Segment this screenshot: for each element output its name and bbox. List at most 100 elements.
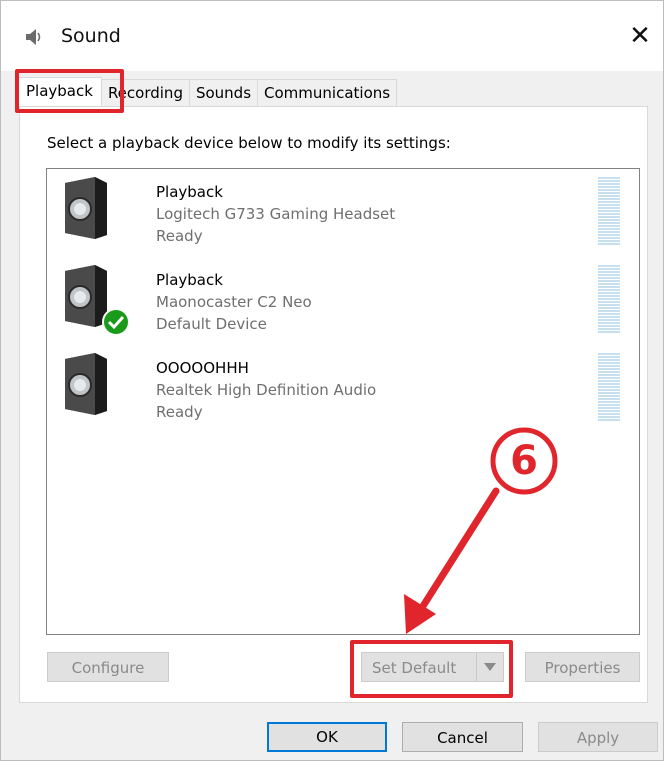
- meter-bar: [598, 295, 620, 297]
- device-name: Playback: [156, 271, 223, 289]
- meter-bar: [598, 204, 620, 206]
- instruction-text: Select a playback device below to modify…: [47, 134, 451, 152]
- meter-bar: [598, 225, 620, 227]
- meter-bar: [598, 404, 620, 406]
- meter-bar: [598, 398, 620, 400]
- meter-bar: [598, 419, 620, 421]
- meter-bar: [598, 353, 620, 355]
- meter-bar: [598, 265, 620, 267]
- meter-bar: [598, 410, 620, 412]
- default-check-icon: [102, 308, 130, 336]
- meter-bar: [598, 377, 620, 379]
- meter-bar: [598, 240, 620, 242]
- meter-bar: [598, 277, 620, 279]
- meter-bar: [598, 322, 620, 324]
- device-status: Default Device: [156, 315, 267, 333]
- meter-bar: [598, 228, 620, 230]
- device-name: Playback: [156, 183, 223, 201]
- meter-bar: [598, 371, 620, 373]
- level-meter: [598, 265, 620, 333]
- meter-bar: [598, 413, 620, 415]
- device-item[interactable]: OOOOOHHH Realtek High Definition Audio R…: [47, 345, 639, 431]
- arrow-annotation: [404, 487, 500, 634]
- meter-bar: [598, 316, 620, 318]
- device-item[interactable]: Playback Logitech G733 Gaming Headset Re…: [47, 169, 639, 255]
- meter-bar: [598, 213, 620, 215]
- tab-sounds[interactable]: Sounds: [188, 79, 259, 106]
- step-badge: 6: [489, 426, 559, 496]
- speaker-icon: [26, 29, 41, 45]
- meter-bar: [598, 289, 620, 291]
- set-default-highlight: [350, 640, 513, 698]
- meter-bar: [598, 274, 620, 276]
- meter-bar: [598, 310, 620, 312]
- meter-bar: [598, 368, 620, 370]
- close-button[interactable]: ✕: [623, 19, 657, 53]
- meter-bar: [598, 222, 620, 224]
- meter-bar: [598, 325, 620, 327]
- device-name: OOOOOHHH: [156, 359, 249, 377]
- speaker-icon: [65, 177, 107, 239]
- meter-bar: [598, 386, 620, 388]
- device-list[interactable]: Playback Logitech G733 Gaming Headset Re…: [46, 168, 640, 635]
- meter-bar: [598, 231, 620, 233]
- meter-bar: [598, 304, 620, 306]
- meter-bar: [598, 286, 620, 288]
- meter-bar: [598, 362, 620, 364]
- meter-bar: [598, 195, 620, 197]
- device-description: Logitech G733 Gaming Headset: [156, 205, 396, 223]
- window-title: Sound: [61, 25, 121, 47]
- meter-bar: [598, 292, 620, 294]
- device-description: Realtek High Definition Audio: [156, 381, 377, 399]
- meter-bar: [598, 283, 620, 285]
- meter-bar: [598, 219, 620, 221]
- tab-communications[interactable]: Communications: [257, 79, 398, 106]
- meter-bar: [598, 216, 620, 218]
- device-item[interactable]: Playback Maonocaster C2 Neo Default Devi…: [47, 257, 639, 343]
- device-status: Ready: [156, 227, 203, 245]
- meter-bar: [598, 271, 620, 273]
- device-status: Ready: [156, 403, 203, 421]
- meter-bar: [598, 210, 620, 212]
- meter-bar: [598, 356, 620, 358]
- step-number: 6: [510, 438, 538, 484]
- meter-bar: [598, 198, 620, 200]
- configure-button[interactable]: Configure: [47, 652, 169, 682]
- meter-bar: [598, 234, 620, 236]
- cancel-button[interactable]: Cancel: [402, 722, 523, 752]
- meter-bar: [598, 331, 620, 333]
- meter-bar: [598, 407, 620, 409]
- meter-bar: [598, 280, 620, 282]
- meter-bar: [598, 201, 620, 203]
- meter-bar: [598, 313, 620, 315]
- meter-bar: [598, 207, 620, 209]
- title-bar[interactable]: Sound ✕: [1, 1, 663, 71]
- meter-bar: [598, 365, 620, 367]
- meter-bar: [598, 192, 620, 194]
- meter-bar: [598, 183, 620, 185]
- meter-bar: [598, 319, 620, 321]
- properties-button[interactable]: Properties: [525, 652, 640, 682]
- level-meter: [598, 353, 620, 421]
- meter-bar: [598, 416, 620, 418]
- meter-bar: [598, 307, 620, 309]
- meter-bar: [598, 180, 620, 182]
- meter-bar: [598, 189, 620, 191]
- meter-bar: [598, 298, 620, 300]
- apply-button[interactable]: Apply: [538, 722, 658, 752]
- speaker-icon: [65, 353, 107, 415]
- meter-bar: [598, 374, 620, 376]
- meter-bar: [598, 301, 620, 303]
- device-description: Maonocaster C2 Neo: [156, 293, 312, 311]
- sound-dialog: Sound ✕ Playback Recording Sounds Commun…: [0, 0, 664, 761]
- meter-bar: [598, 237, 620, 239]
- ok-button[interactable]: OK: [267, 722, 387, 752]
- level-meter: [598, 177, 620, 245]
- meter-bar: [598, 328, 620, 330]
- meter-bar: [598, 401, 620, 403]
- meter-bar: [598, 383, 620, 385]
- meter-bar: [598, 268, 620, 270]
- meter-bar: [598, 243, 620, 245]
- meter-bar: [598, 359, 620, 361]
- meter-bar: [598, 380, 620, 382]
